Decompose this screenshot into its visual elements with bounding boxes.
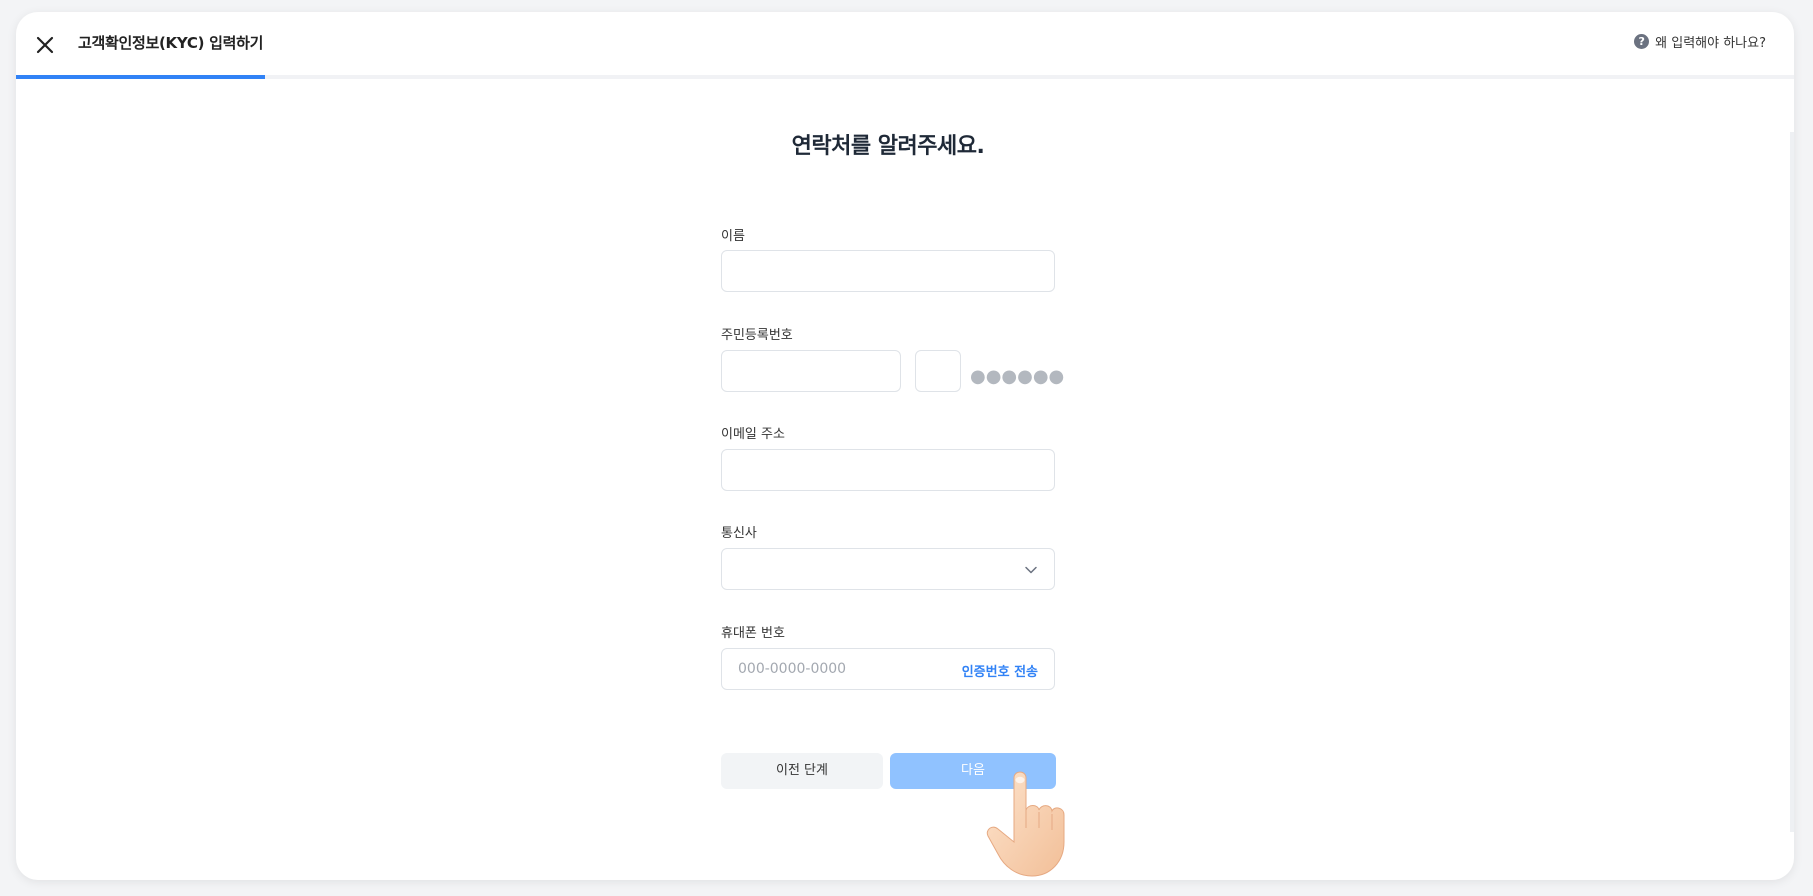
ssn-label: 주민등록번호 — [721, 328, 793, 343]
close-button[interactable] — [32, 32, 58, 58]
chevron-down-icon — [1025, 566, 1037, 574]
ssn-back-first-digit-input[interactable] — [915, 350, 961, 392]
help-link[interactable]: ? 왜 입력해야 하나요? — [1634, 32, 1766, 51]
ssn-masked-digits: ●●●●●● — [970, 366, 1065, 387]
phone-input[interactable]: 000-0000-0000 인증번호 전송 — [721, 648, 1055, 690]
phone-placeholder: 000-0000-0000 — [738, 661, 847, 677]
ssn-front-input[interactable] — [721, 350, 901, 392]
progress-track — [16, 75, 1794, 79]
carrier-label: 통신사 — [721, 526, 757, 541]
previous-step-button[interactable]: 이전 단계 — [721, 753, 883, 789]
carrier-select[interactable] — [721, 548, 1055, 590]
question-icon: ? — [1634, 34, 1650, 49]
page-title: 고객확인정보(KYC) 입력하기 — [78, 34, 264, 52]
phone-label: 휴대폰 번호 — [721, 626, 785, 641]
scrollbar[interactable] — [1790, 132, 1794, 832]
help-link-label: 왜 입력해야 하나요? — [1655, 36, 1766, 51]
pointing-hand-icon — [986, 771, 1065, 877]
name-input[interactable] — [721, 250, 1055, 292]
email-input[interactable] — [721, 449, 1055, 491]
name-label: 이름 — [721, 229, 745, 244]
form-heading: 연락처를 알려주세요. — [791, 134, 985, 159]
header-bar: 고객확인정보(KYC) 입력하기 ? 왜 입력해야 하나요? — [16, 12, 1794, 79]
progress-fill — [16, 75, 265, 79]
send-code-button[interactable]: 인증번호 전송 — [962, 661, 1038, 680]
close-icon — [36, 36, 54, 54]
email-label: 이메일 주소 — [721, 427, 785, 442]
